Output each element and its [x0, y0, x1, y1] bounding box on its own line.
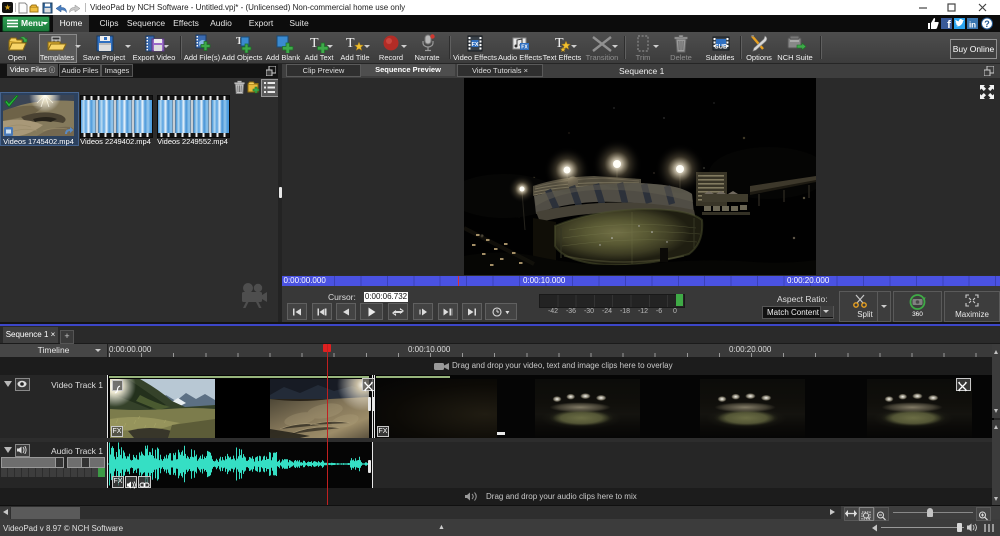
svg-text:T: T [346, 36, 355, 51]
svg-text:SUB: SUB [715, 45, 728, 51]
svg-text:FX: FX [471, 42, 478, 48]
svg-text:f: f [947, 19, 951, 30]
svg-text:FX: FX [521, 45, 528, 51]
svg-text:?: ? [984, 19, 990, 29]
svg-text:360: 360 [912, 311, 923, 318]
svg-text:in: in [969, 21, 976, 30]
